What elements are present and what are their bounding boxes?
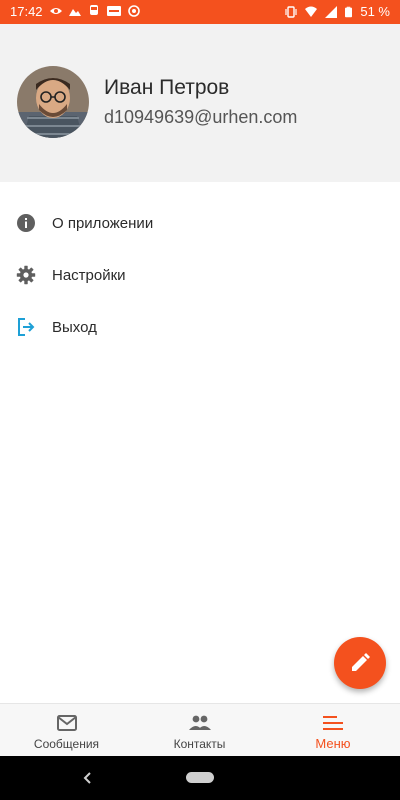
tab-label: Меню: [315, 736, 351, 751]
avatar[interactable]: [17, 66, 89, 138]
profile-name: Иван Петров: [104, 76, 230, 99]
compose-fab[interactable]: [334, 637, 386, 689]
notification-icons: [50, 5, 140, 17]
tab-label: Контакты: [173, 737, 226, 751]
status-time: 17:42: [10, 4, 43, 19]
battery-icon: [345, 6, 353, 17]
status-bar: 17:42 51 %: [0, 0, 400, 24]
news-icon: [107, 6, 121, 16]
vibrate-icon: [285, 5, 297, 18]
tab-label: Сообщения: [33, 737, 100, 751]
home-pill[interactable]: [186, 772, 214, 783]
logout-icon: [18, 318, 35, 336]
signal-icon: [325, 5, 338, 18]
avatar-photo: [17, 66, 89, 138]
gear-icon: [16, 265, 36, 285]
system-navigation-bar: [0, 756, 400, 800]
pencil-icon: [352, 653, 370, 671]
bottom-navigation: Сообщения Контакты Меню: [0, 703, 400, 757]
profile-email: d10949639@urhen.com: [104, 107, 298, 127]
menu-lines-icon: [323, 716, 343, 730]
back-icon[interactable]: [80, 768, 96, 788]
tab-contacts[interactable]: Контакты: [133, 704, 266, 757]
people-icon: [188, 715, 211, 730]
menu-item-logout[interactable]: Выход: [0, 301, 400, 353]
tab-menu[interactable]: Меню: [266, 704, 400, 757]
menu-item-label: Настройки: [52, 266, 126, 284]
wifi-icon: [305, 6, 318, 17]
menu-item-label: Выход: [52, 318, 97, 336]
menu-item-about[interactable]: О приложении: [0, 197, 400, 249]
info-icon: [17, 214, 35, 232]
target-icon: [128, 5, 140, 17]
profile-header: Иван Петров d10949639@urhen.com: [0, 24, 400, 182]
eye-icon: [50, 8, 62, 14]
menu-item-label: О приложении: [52, 214, 154, 232]
battery-percent: 51 %: [360, 4, 390, 19]
photo-icon: [69, 9, 81, 16]
mail-icon: [56, 715, 77, 731]
system-icons: 51 %: [285, 4, 390, 19]
tab-messages[interactable]: Сообщения: [0, 704, 133, 757]
menu-item-settings[interactable]: Настройки: [0, 249, 400, 301]
train-icon: [90, 5, 98, 15]
